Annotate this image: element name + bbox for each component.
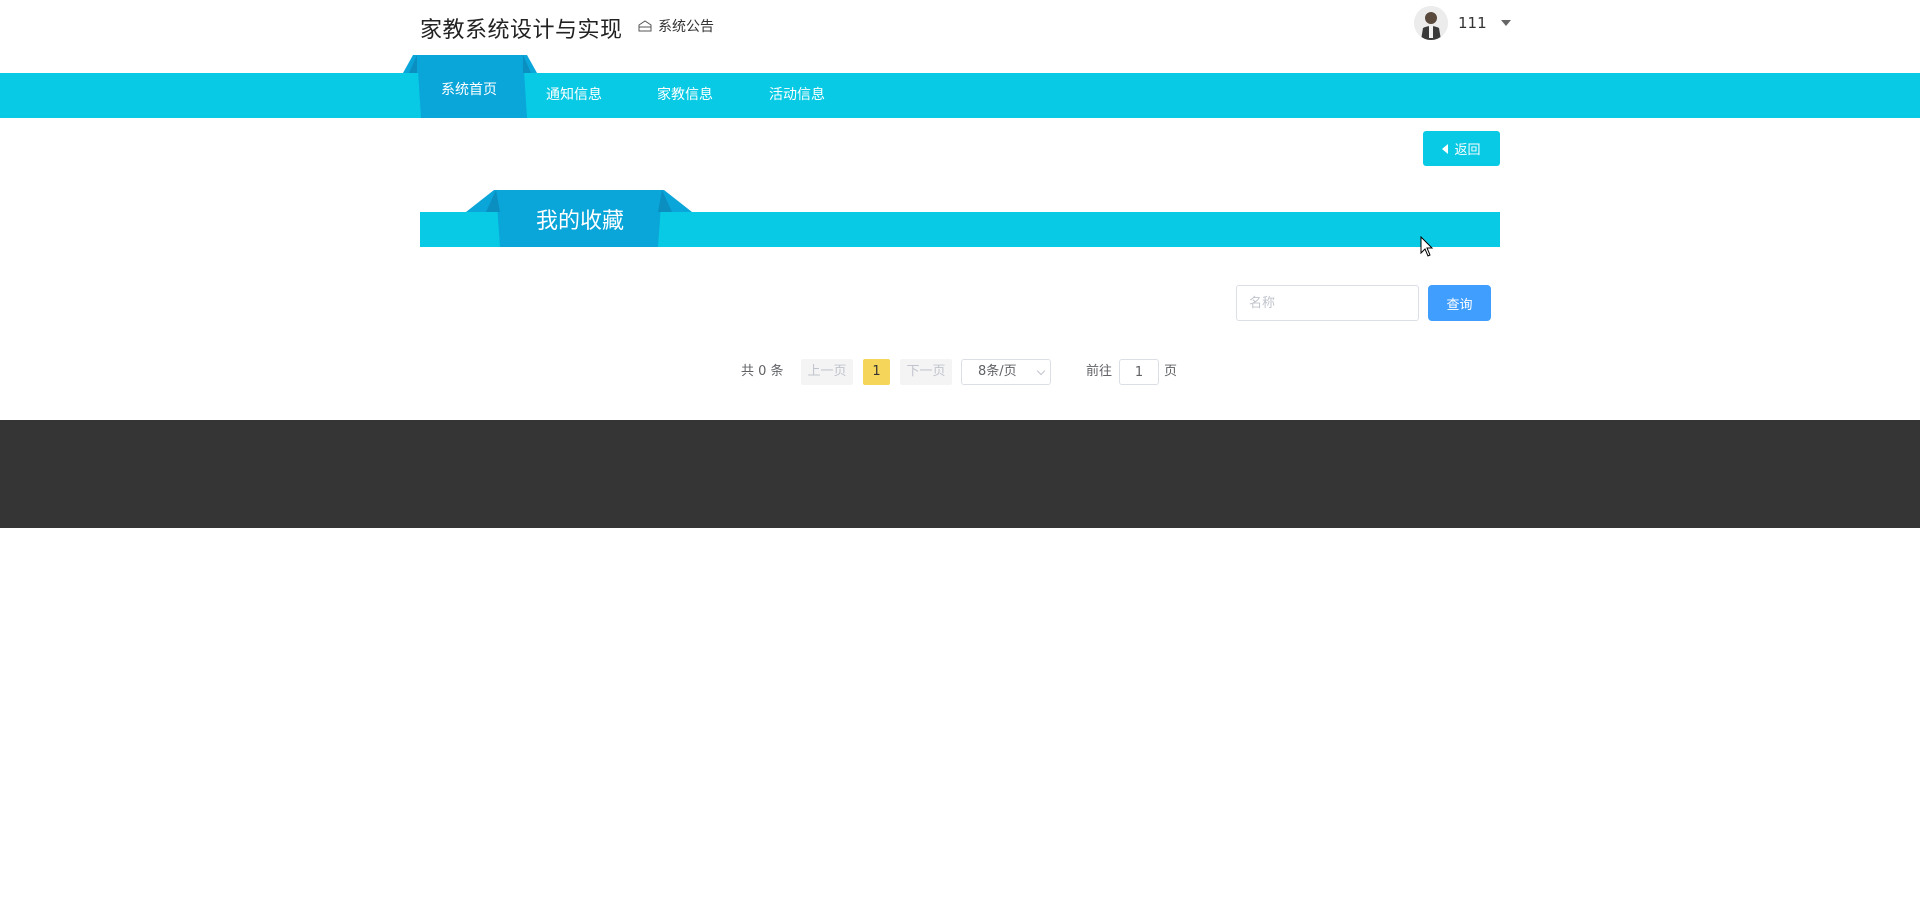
- page-number-current[interactable]: 1: [863, 359, 890, 385]
- nav-item-tutoring[interactable]: 家教信息: [657, 73, 713, 118]
- user-menu[interactable]: 111: [1414, 6, 1511, 40]
- notice-icon: [638, 20, 652, 32]
- user-avatar-icon: [1414, 6, 1448, 40]
- username[interactable]: 111: [1458, 14, 1487, 32]
- goto-label: 前往: [1086, 364, 1113, 379]
- mouse-cursor-icon: [1420, 236, 1434, 257]
- chevron-down-icon[interactable]: [1500, 20, 1511, 26]
- chevron-down-icon: [1036, 366, 1046, 376]
- search-button[interactable]: 查询: [1428, 285, 1491, 321]
- goto-page-input[interactable]: [1119, 359, 1159, 385]
- back-button-label: 返回: [1454, 143, 1481, 158]
- nav-item-home[interactable]: 系统首页: [441, 68, 497, 113]
- nav-item-activities[interactable]: 活动信息: [769, 73, 825, 118]
- page-size-select[interactable]: 8条/页: [961, 359, 1051, 385]
- page-size-label: 8条/页: [978, 364, 1017, 379]
- page-title: 我的收藏: [535, 209, 624, 234]
- next-page-button[interactable]: 下一页: [900, 359, 952, 385]
- goto-suffix: 页: [1164, 364, 1178, 379]
- footer: [0, 420, 1920, 528]
- site-title: 家教系统设计与实现: [420, 18, 623, 43]
- header: 家教系统设计与实现 系统公告 111: [0, 0, 1920, 73]
- caret-left-icon: [1442, 143, 1449, 154]
- prev-page-button[interactable]: 上一页: [801, 359, 853, 385]
- back-button[interactable]: 返回: [1423, 131, 1500, 166]
- search-input[interactable]: [1236, 285, 1419, 321]
- nav-bar: [0, 73, 1920, 118]
- avatar[interactable]: [1414, 6, 1448, 40]
- notice-link[interactable]: 系统公告: [638, 16, 714, 36]
- notice-label: 系统公告: [658, 19, 714, 35]
- nav-item-notices[interactable]: 通知信息: [546, 73, 602, 118]
- pagination-total: 共 0 条: [741, 364, 784, 379]
